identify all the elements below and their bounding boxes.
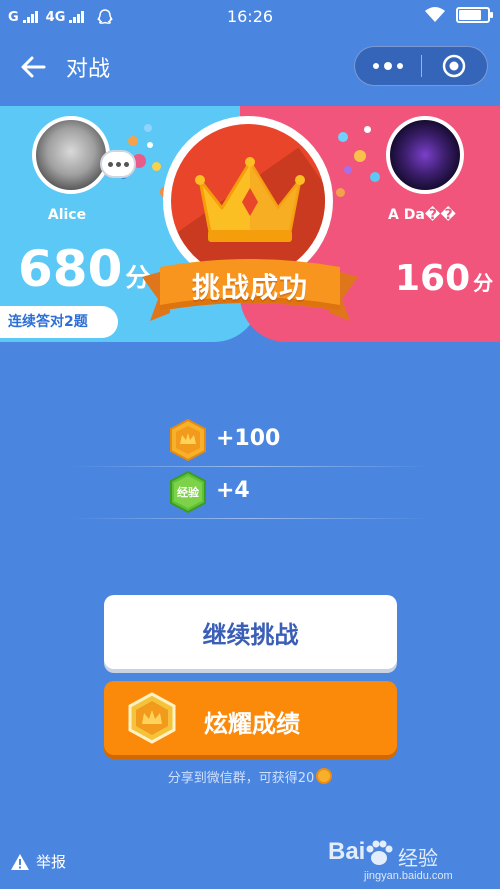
watermark-logo-text: Bai <box>328 838 366 865</box>
player-right-score-unit: 分 <box>473 271 494 295</box>
battery-icon <box>456 7 493 23</box>
player-right-name: A Da�� <box>388 207 456 223</box>
avatar-left[interactable] <box>32 116 110 194</box>
reward-divider-2 <box>70 518 430 519</box>
player-left-score-value: 680 <box>18 240 123 298</box>
watermark-url: jingyan.baidu.com <box>364 870 453 882</box>
share-tip-text: 分享到微信群，可获得20 <box>167 771 315 786</box>
report-label: 举报 <box>36 853 67 871</box>
show-off-button[interactable]: 炫耀成绩 <box>104 681 397 755</box>
coin-icon <box>316 768 333 784</box>
player-left-name: Alice <box>47 207 87 223</box>
more-menu-icon[interactable] <box>355 47 421 85</box>
player-right-score: 160 分 <box>395 258 493 299</box>
result-text: 挑战成功 <box>191 271 308 304</box>
show-off-label: 炫耀成绩 <box>204 710 300 738</box>
continue-challenge-button[interactable]: 继续挑战 <box>104 595 397 669</box>
exp-reward-row: 经验 +4 <box>0 470 500 518</box>
paw-icon <box>366 840 393 865</box>
report-link[interactable]: 举报 <box>10 851 66 872</box>
mini-program-capsule <box>354 46 488 86</box>
nav-bar: 对战 <box>0 34 500 98</box>
avatar-right[interactable] <box>386 116 464 194</box>
page-title: 对战 <box>66 57 111 82</box>
status-bar: G 4G 16:26 <box>0 0 500 34</box>
chat-bubble-icon[interactable] <box>100 150 136 178</box>
player-left-score: 680 分 <box>18 240 150 298</box>
share-tip: 分享到微信群，可获得20 <box>0 767 500 786</box>
warning-icon <box>11 853 29 870</box>
baidu-watermark: Bai 经验 jingyan.baidu.com <box>328 836 478 884</box>
wifi-icon <box>425 7 445 22</box>
crown-icon <box>195 157 305 242</box>
close-mini-program-icon[interactable] <box>422 47 488 85</box>
coin-icon <box>128 692 176 744</box>
reward-divider <box>70 466 430 467</box>
coin-icon <box>170 418 206 462</box>
coin-reward-row: +100 <box>0 418 500 466</box>
exp-reward-value: +4 <box>216 478 250 503</box>
player-right-score-value: 160 <box>395 258 471 299</box>
coin-reward-value: +100 <box>216 426 281 451</box>
exp-badge-label: 经验 <box>177 486 199 499</box>
watermark-cn-text: 经验 <box>398 846 438 870</box>
back-arrow-icon[interactable] <box>18 52 48 82</box>
streak-badge: 连续答对2题 <box>0 306 118 338</box>
